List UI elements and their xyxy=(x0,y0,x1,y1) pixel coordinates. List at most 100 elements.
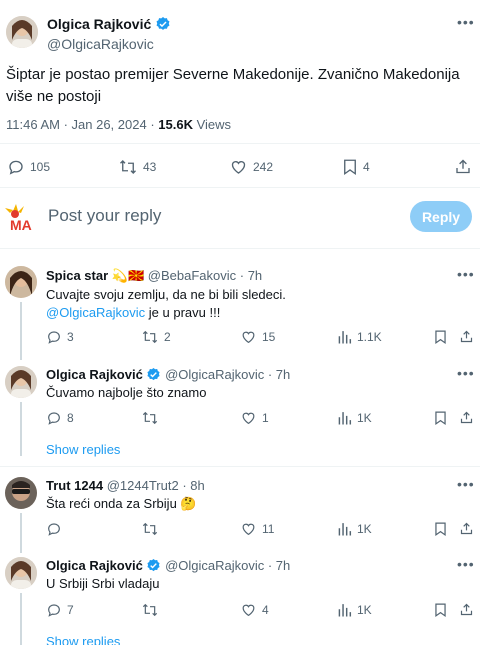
reply-handle[interactable]: @OlgicaRajkovic xyxy=(165,558,264,573)
like-count: 15 xyxy=(262,330,276,344)
more-options-icon[interactable]: ••• xyxy=(457,14,475,30)
thread-line xyxy=(20,402,22,456)
divider xyxy=(0,248,480,249)
like-action[interactable]: 15 xyxy=(240,329,275,345)
bookmark-action[interactable] xyxy=(434,602,447,618)
bookmark-action[interactable] xyxy=(434,329,447,345)
reply-action[interactable]: 3 xyxy=(46,329,74,345)
more-options-icon[interactable]: ••• xyxy=(457,266,475,282)
like-count: 4 xyxy=(262,603,269,617)
meta-separator: · xyxy=(146,117,159,132)
like-action[interactable]: 4 xyxy=(240,602,269,618)
bookmark-icon xyxy=(435,330,446,345)
reply-avatar[interactable] xyxy=(5,366,37,398)
views-action[interactable]: 1.1K xyxy=(337,329,382,345)
reply-count: 105 xyxy=(30,160,51,174)
reply-header: Trut 1244 @1244Trut2 · 8h xyxy=(46,478,205,493)
like-action[interactable]: 1 xyxy=(240,410,269,426)
heart-icon xyxy=(242,331,255,344)
reply-count: 3 xyxy=(67,330,74,344)
retweet-icon xyxy=(142,522,158,536)
retweet-icon xyxy=(142,603,158,617)
bookmark-action[interactable] xyxy=(434,521,447,537)
heart-icon xyxy=(242,523,255,536)
reply-handle[interactable]: @1244Trut2 xyxy=(107,478,179,493)
views-action[interactable]: 1K xyxy=(337,602,372,618)
reply-time[interactable]: · 7h xyxy=(236,268,262,283)
bookmark-icon xyxy=(435,522,446,537)
reply-icon xyxy=(48,331,60,344)
reply-time[interactable]: · 7h xyxy=(264,367,290,382)
reply-handle[interactable]: @BebaFakovic xyxy=(148,268,236,283)
divider xyxy=(0,187,480,188)
analytics-icon xyxy=(338,412,352,425)
views-count: 1K xyxy=(357,522,372,536)
reply-avatar[interactable] xyxy=(5,477,37,509)
analytics-icon xyxy=(338,523,352,536)
retweet-icon xyxy=(120,160,136,174)
author-avatar[interactable] xyxy=(6,16,38,48)
share-action[interactable] xyxy=(459,520,474,537)
reply-time[interactable]: · 8h xyxy=(179,478,204,493)
retweet-count: 2 xyxy=(164,330,171,344)
like-count: 1 xyxy=(262,411,269,425)
more-options-icon[interactable]: ••• xyxy=(457,476,475,492)
composer-avatar[interactable]: MA xyxy=(4,203,38,233)
views-action[interactable]: 1K xyxy=(337,410,372,426)
bookmark-icon xyxy=(435,411,446,426)
show-replies-link[interactable]: Show replies xyxy=(46,634,120,645)
reply-header: Olgica Rajković @OlgicaRajkovic · 7h xyxy=(46,367,290,385)
retweet-action[interactable] xyxy=(141,602,164,618)
retweet-icon xyxy=(142,330,158,344)
bookmark-count: 4 xyxy=(363,160,370,174)
retweet-action[interactable]: 2 xyxy=(141,329,171,345)
reply-button[interactable]: Reply xyxy=(410,201,472,232)
reply-action[interactable]: 7 xyxy=(46,602,74,618)
heart-icon xyxy=(242,604,255,617)
share-icon xyxy=(460,603,473,616)
author-handle[interactable]: @OlgicaRajkovic xyxy=(47,36,154,52)
tweet-timestamp[interactable]: 11:46 AM · Jan 26, 2024 xyxy=(6,117,147,132)
like-action[interactable]: 242 xyxy=(229,158,273,176)
reply-avatar[interactable] xyxy=(5,266,37,298)
like-action[interactable]: 11 xyxy=(240,521,274,537)
show-replies-link[interactable]: Show replies xyxy=(46,442,120,457)
verified-badge-icon xyxy=(146,558,161,576)
views-action[interactable]: 1K xyxy=(337,521,372,537)
bookmark-action[interactable]: 4 xyxy=(342,158,370,176)
analytics-icon xyxy=(338,331,352,344)
reply-handle[interactable]: @OlgicaRajkovic xyxy=(165,367,264,382)
heart-icon xyxy=(242,412,255,425)
more-options-icon[interactable]: ••• xyxy=(457,365,475,381)
mention-link[interactable]: @OlgicaRajkovic xyxy=(46,305,145,320)
reply-time[interactable]: · 7h xyxy=(264,558,290,573)
retweet-action[interactable]: 43 xyxy=(118,158,156,176)
reply-input[interactable]: Post your reply xyxy=(48,206,161,226)
views-count: 1K xyxy=(357,603,372,617)
share-action[interactable] xyxy=(459,409,474,426)
views-count: 1.1K xyxy=(357,330,382,344)
tweet-meta: 11:46 AM · Jan 26, 2024 · 15.6K Views xyxy=(6,117,231,132)
reply-author-name[interactable]: Spica star xyxy=(46,268,108,283)
reply-action[interactable]: 8 xyxy=(46,410,74,426)
reply-icon xyxy=(48,412,60,425)
retweet-action[interactable] xyxy=(141,521,164,537)
more-options-icon[interactable]: ••• xyxy=(457,556,475,572)
reply-action[interactable]: 105 xyxy=(7,158,50,176)
reply-avatar[interactable] xyxy=(5,557,37,589)
reply-count: 8 xyxy=(67,411,74,425)
reply-author-name[interactable]: Trut 1244 xyxy=(46,478,103,493)
reply-action[interactable] xyxy=(46,521,67,537)
share-action[interactable] xyxy=(459,328,474,345)
bookmark-action[interactable] xyxy=(434,410,447,426)
share-action[interactable] xyxy=(459,601,474,618)
share-action[interactable] xyxy=(454,157,472,176)
verified-badge-icon xyxy=(146,367,161,385)
reply-author-name[interactable]: Olgica Rajković xyxy=(46,367,143,382)
retweet-action[interactable] xyxy=(141,410,164,426)
reply-author-name[interactable]: Olgica Rajković xyxy=(46,558,143,573)
reply-icon xyxy=(48,604,60,617)
author-name[interactable]: Olgica Rajković xyxy=(47,16,151,32)
thread-line xyxy=(20,302,22,360)
like-count: 11 xyxy=(262,522,275,536)
